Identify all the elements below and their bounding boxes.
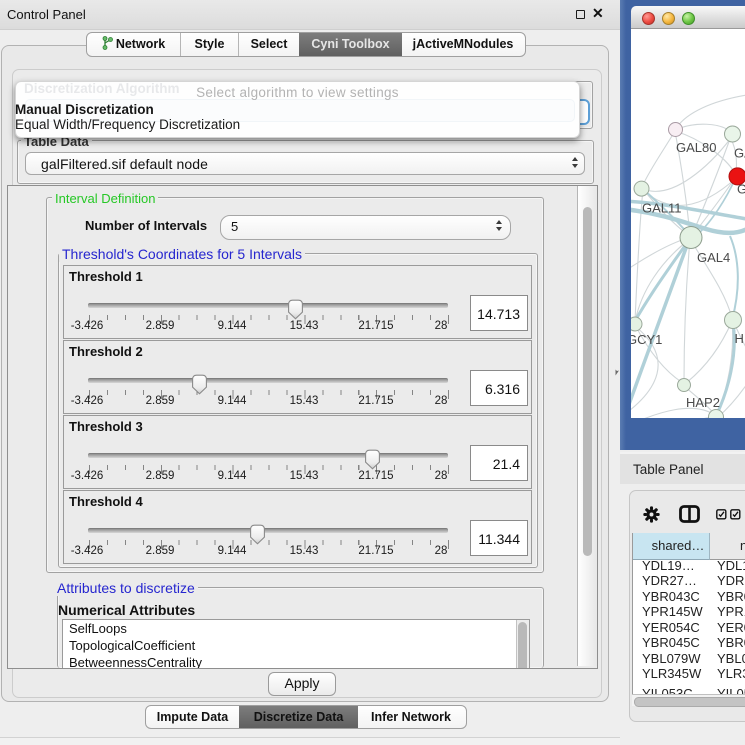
svg-text:H: H (735, 331, 744, 346)
svg-text:GAL80: GAL80 (676, 140, 716, 155)
svg-text:HAP2: HAP2 (686, 395, 720, 410)
svg-text:GAL4: GAL4 (697, 250, 730, 265)
svg-text:GA: GA (734, 146, 745, 161)
svg-text:G: G (737, 182, 745, 197)
svg-text:GCY1: GCY1 (631, 332, 662, 347)
svg-text:GAL11: GAL11 (642, 201, 682, 216)
